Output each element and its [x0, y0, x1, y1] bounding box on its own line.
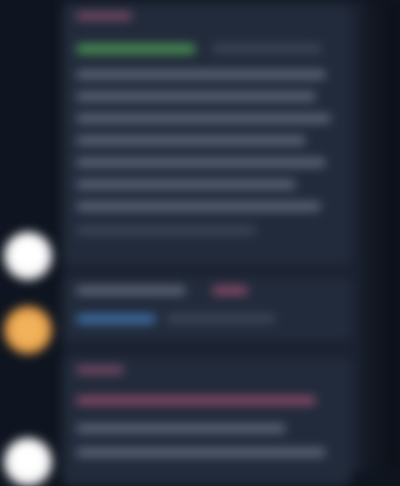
message-text-line [76, 226, 256, 235]
message-author [76, 366, 124, 374]
message-text-line [166, 314, 276, 323]
message-text-line [76, 424, 286, 433]
message-text-line [76, 448, 326, 457]
message-text-line [76, 286, 186, 295]
message-card-3[interactable] [62, 356, 352, 486]
message-text-line [76, 202, 321, 211]
user-avatar-icon[interactable] [4, 232, 52, 280]
message-highlight [76, 44, 196, 54]
user-avatar-icon[interactable] [4, 306, 52, 354]
message-text-line [76, 158, 326, 167]
message-card-2[interactable] [62, 276, 352, 342]
message-card-1[interactable] [62, 4, 352, 266]
message-text-line [76, 180, 296, 189]
user-avatar-icon[interactable] [4, 438, 52, 486]
message-author [76, 12, 132, 20]
message-link [76, 314, 156, 324]
message-text-line [76, 114, 331, 123]
message-highlight [76, 396, 316, 405]
message-reaction [212, 286, 248, 295]
message-text-line [76, 136, 306, 145]
blurred-chat-feed [0, 0, 400, 486]
message-text-line [212, 44, 322, 53]
right-edge-shadow [362, 0, 400, 472]
message-text-line [76, 70, 326, 79]
message-text-line [76, 92, 316, 101]
